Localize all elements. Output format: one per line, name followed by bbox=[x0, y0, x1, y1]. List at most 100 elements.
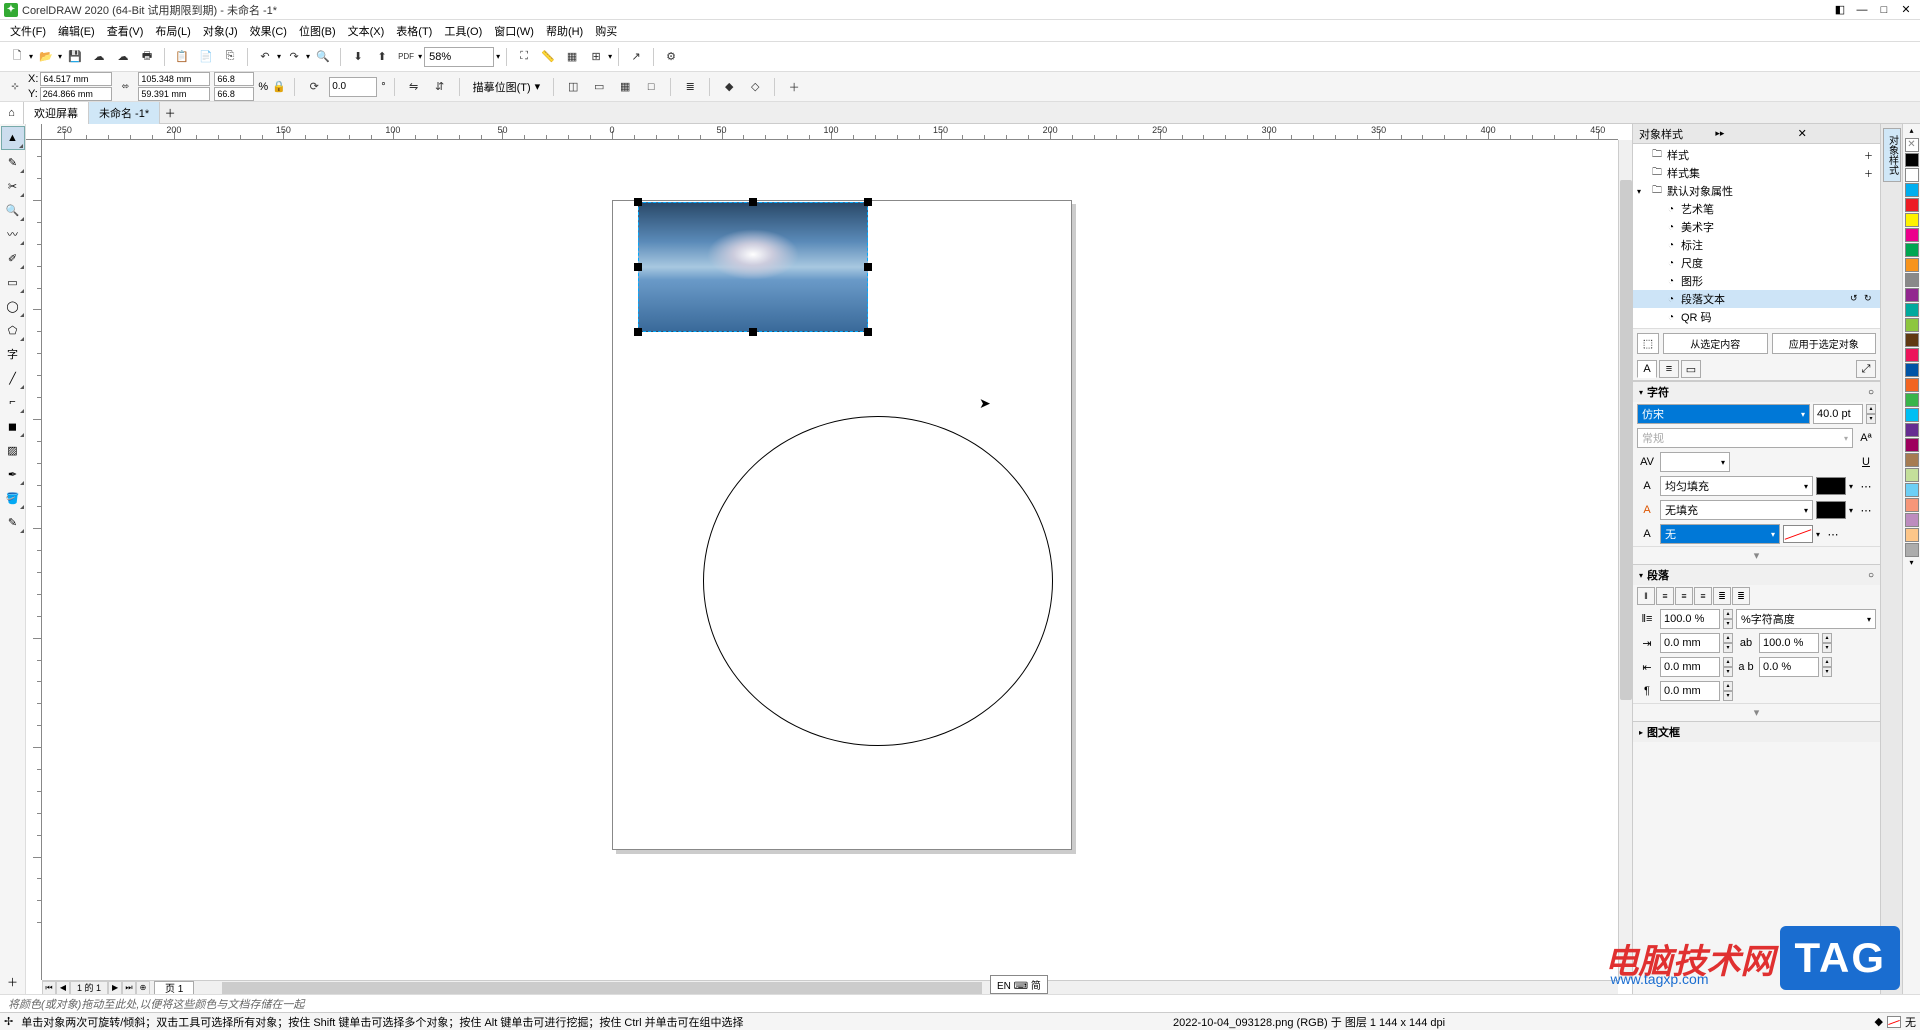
color-swatch[interactable] bbox=[1905, 258, 1919, 272]
minimize-icon[interactable]: — bbox=[1852, 3, 1872, 17]
close-icon[interactable]: ✕ bbox=[1896, 3, 1916, 17]
tab-welcome[interactable]: 欢迎屏幕 bbox=[24, 102, 89, 124]
right-indent-input[interactable]: 0.0 mm bbox=[1660, 657, 1720, 677]
crop-icon[interactable]: ◫ bbox=[562, 76, 584, 98]
ellipse-tool[interactable]: ◯ bbox=[1, 294, 25, 318]
copy-button[interactable]: 📋 bbox=[171, 46, 193, 68]
polygon-tool[interactable]: ⬠ bbox=[1, 318, 25, 342]
tree-dimension[interactable]: ◔尺度 bbox=[1633, 254, 1880, 272]
outline-mode-combo[interactable]: 无▾ bbox=[1660, 524, 1780, 544]
mirror-v-button[interactable]: ⇵ bbox=[429, 76, 451, 98]
search-button[interactable]: 🔍 bbox=[312, 46, 334, 68]
options-icon[interactable]: ⚙ bbox=[660, 46, 682, 68]
fill-more-icon[interactable]: ⋯ bbox=[1856, 476, 1876, 496]
color-swatch[interactable] bbox=[1905, 168, 1919, 182]
tab-char[interactable]: A bbox=[1637, 360, 1657, 378]
page-last-icon[interactable]: ⏭ bbox=[122, 981, 136, 995]
tree-qr[interactable]: ◔QR 码 bbox=[1633, 308, 1880, 326]
left-indent-input[interactable]: 0.0 mm bbox=[1660, 633, 1720, 653]
eyedropper-tool[interactable]: ✒ bbox=[1, 462, 25, 486]
handle-bot-left[interactable] bbox=[634, 328, 642, 336]
text-tool[interactable]: 字 bbox=[1, 342, 25, 366]
align-justify[interactable]: ≣ bbox=[1713, 587, 1731, 605]
outline-tool[interactable]: ✎ bbox=[1, 510, 25, 534]
toolbox-add[interactable]: ＋ bbox=[1, 970, 25, 994]
para-expand-icon[interactable]: ▾ bbox=[1633, 703, 1880, 721]
menu-view[interactable]: 查看(V) bbox=[101, 21, 150, 41]
tree-artistic[interactable]: ◔艺术笔 bbox=[1633, 200, 1880, 218]
maximize-icon[interactable]: □ bbox=[1874, 3, 1894, 17]
order-front-icon[interactable]: ◆ bbox=[718, 76, 740, 98]
color-swatch[interactable] bbox=[1905, 408, 1919, 422]
color-swatch[interactable] bbox=[1905, 348, 1919, 362]
section-frame[interactable]: 图文框 bbox=[1647, 724, 1874, 740]
color-swatch[interactable] bbox=[1905, 363, 1919, 377]
menu-window[interactable]: 窗口(W) bbox=[488, 21, 540, 41]
artistic-media-tool[interactable]: ✐ bbox=[1, 246, 25, 270]
tree-callout[interactable]: ◔标注 bbox=[1633, 236, 1880, 254]
char-expand-icon[interactable]: ▾ bbox=[1633, 546, 1880, 564]
first-line-input[interactable]: 0.0 mm bbox=[1660, 681, 1720, 701]
color-swatch[interactable] bbox=[1905, 288, 1919, 302]
resample-icon[interactable]: ▭ bbox=[588, 76, 610, 98]
page-next-icon[interactable]: ▶ bbox=[108, 981, 122, 995]
tree-default-props[interactable]: ▾🗀默认对象属性 bbox=[1633, 182, 1880, 200]
scrollbar-horizontal[interactable] bbox=[202, 981, 1618, 995]
word-spacing-input[interactable]: 0.0 % bbox=[1759, 657, 1819, 677]
font-combo[interactable]: 仿宋▾ bbox=[1637, 404, 1810, 424]
import-button[interactable]: ⬇ bbox=[347, 46, 369, 68]
underline-button[interactable]: U bbox=[1856, 452, 1876, 472]
handle-mid-right[interactable] bbox=[864, 263, 872, 271]
font-list-icon[interactable]: Aª bbox=[1856, 428, 1876, 448]
trace-bitmap-button[interactable]: 描摹位图(T)▾ bbox=[468, 76, 546, 98]
tree-styles[interactable]: 🗀样式＋ bbox=[1633, 146, 1880, 164]
fill-color-swatch[interactable] bbox=[1816, 477, 1846, 495]
color-swatch[interactable] bbox=[1905, 228, 1919, 242]
docker-close-icon[interactable]: ✕ bbox=[1798, 127, 1874, 140]
transparency-tool[interactable]: ▨ bbox=[1, 438, 25, 462]
color-swatch[interactable] bbox=[1905, 378, 1919, 392]
handle-mid-left[interactable] bbox=[634, 263, 642, 271]
height-input[interactable] bbox=[138, 87, 210, 101]
menu-bitmap[interactable]: 位图(B) bbox=[293, 21, 342, 41]
grid-icon[interactable]: ▦ bbox=[561, 46, 583, 68]
save-button[interactable]: 💾 bbox=[64, 46, 86, 68]
scrollbar-vertical[interactable] bbox=[1618, 140, 1632, 980]
zoom-drop-icon[interactable]: ▾ bbox=[496, 52, 500, 61]
color-swatch[interactable] bbox=[1905, 453, 1919, 467]
page-tab[interactable]: 页 1 bbox=[154, 981, 194, 995]
page-add-icon[interactable]: ⊕ bbox=[136, 981, 150, 995]
undo-button[interactable]: ↶▾ bbox=[254, 46, 281, 68]
rectangle-tool[interactable]: ▭ bbox=[1, 270, 25, 294]
scale-y-input[interactable] bbox=[214, 87, 254, 101]
tab-frame[interactable]: ▭ bbox=[1681, 360, 1701, 378]
help-icon[interactable]: ◧ bbox=[1830, 3, 1850, 17]
ruler-horizontal[interactable]: 2502001501005005010015020025030035040045… bbox=[42, 124, 1618, 140]
char-spacing-input[interactable]: 100.0 % bbox=[1759, 633, 1819, 653]
menu-file[interactable]: 文件(F) bbox=[4, 21, 52, 41]
drop-shadow-tool[interactable]: ◼ bbox=[1, 414, 25, 438]
tab-document[interactable]: 未命名 -1* bbox=[89, 102, 160, 124]
font-size-input[interactable]: 40.0 pt bbox=[1813, 404, 1863, 424]
apply-selection-button[interactable]: 应用于选定对象 bbox=[1772, 333, 1877, 354]
color-swatch[interactable] bbox=[1905, 243, 1919, 257]
home-tab-icon[interactable]: ⌂ bbox=[0, 102, 24, 124]
clipboard-button[interactable]: ⎘ bbox=[219, 46, 241, 68]
print-button[interactable]: 🖶 bbox=[136, 46, 158, 68]
menu-buy[interactable]: 购买 bbox=[589, 21, 623, 41]
handle-bot-mid[interactable] bbox=[749, 328, 757, 336]
export-button[interactable]: ⬆ bbox=[371, 46, 393, 68]
menu-tools[interactable]: 工具(O) bbox=[438, 21, 488, 41]
zoom-input[interactable] bbox=[424, 47, 494, 67]
ruler-vertical[interactable] bbox=[26, 140, 42, 980]
mirror-h-button[interactable]: ⇋ bbox=[403, 76, 425, 98]
canvas[interactable]: 2502001501005005010015020025030035040045… bbox=[26, 124, 1632, 994]
align-force[interactable]: ≣ bbox=[1732, 587, 1750, 605]
menu-text[interactable]: 文本(X) bbox=[342, 21, 391, 41]
revert2-icon[interactable]: ↻ bbox=[1864, 293, 1876, 305]
bg-color-swatch[interactable] bbox=[1816, 501, 1846, 519]
y-input[interactable] bbox=[40, 87, 112, 101]
tab-add-icon[interactable]: ＋ bbox=[160, 102, 180, 124]
open-button[interactable]: 📂▾ bbox=[35, 46, 62, 68]
freehand-tool[interactable]: 〰 bbox=[1, 222, 25, 246]
